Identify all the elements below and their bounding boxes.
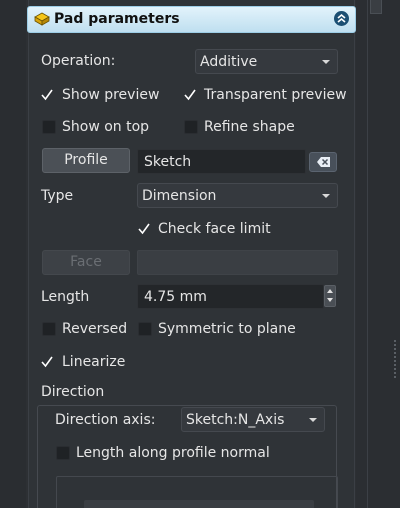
operation-value: Additive bbox=[200, 54, 258, 70]
reversed-checkbox[interactable] bbox=[42, 322, 56, 336]
refine-shape-label: Refine shape bbox=[204, 119, 295, 135]
check-face-limit-label: Check face limit bbox=[158, 221, 271, 237]
splitter-line bbox=[367, 0, 368, 508]
clear-icon[interactable] bbox=[309, 152, 337, 172]
direction-vector-field[interactable] bbox=[84, 500, 314, 508]
chevron-down-icon bbox=[322, 60, 330, 64]
show-preview-label: Show preview bbox=[62, 87, 160, 103]
operation-combo[interactable]: Additive bbox=[195, 49, 338, 74]
length-label: Length bbox=[41, 289, 90, 305]
transparent-preview-label: Transparent preview bbox=[204, 87, 347, 103]
linearize-label: Linearize bbox=[62, 354, 126, 370]
panel-title: Pad parameters bbox=[54, 11, 180, 27]
profile-button-label: Profile bbox=[64, 152, 108, 168]
symmetric-label: Symmetric to plane bbox=[158, 321, 296, 337]
right-dock-strip bbox=[356, 0, 400, 508]
splitter-grip[interactable] bbox=[394, 340, 396, 380]
direction-axis-value: Sketch:N_Axis bbox=[186, 412, 285, 428]
chevron-down-icon bbox=[309, 418, 317, 422]
chevron-down-icon bbox=[322, 194, 330, 198]
operation-label: Operation: bbox=[41, 53, 116, 69]
profile-button[interactable]: Profile bbox=[42, 148, 130, 173]
scroll-button[interactable] bbox=[370, 0, 382, 14]
show-on-top-label: Show on top bbox=[62, 119, 150, 135]
type-combo[interactable]: Dimension bbox=[137, 183, 338, 208]
face-field[interactable] bbox=[137, 250, 338, 275]
length-input[interactable]: 4.75 mm bbox=[137, 284, 324, 309]
left-dock-strip bbox=[0, 0, 26, 508]
face-button-label: Face bbox=[70, 254, 102, 270]
profile-field[interactable]: Sketch bbox=[137, 149, 306, 174]
length-along-normal-checkbox[interactable] bbox=[56, 446, 70, 460]
symmetric-checkbox[interactable] bbox=[138, 322, 152, 336]
type-label: Type bbox=[41, 188, 74, 204]
transparent-preview-checkbox[interactable] bbox=[183, 88, 197, 102]
linearize-checkbox[interactable] bbox=[40, 355, 54, 369]
pad-icon bbox=[34, 12, 50, 26]
length-spin-buttons[interactable] bbox=[324, 285, 336, 307]
profile-value: Sketch bbox=[144, 154, 192, 170]
length-value: 4.75 mm bbox=[144, 289, 207, 305]
show-preview-checkbox[interactable] bbox=[40, 88, 54, 102]
spin-down-icon[interactable] bbox=[327, 298, 333, 302]
spin-up-icon[interactable] bbox=[327, 289, 333, 293]
face-button[interactable]: Face bbox=[42, 250, 130, 275]
collapse-icon[interactable] bbox=[334, 11, 349, 26]
show-on-top-checkbox[interactable] bbox=[42, 120, 56, 134]
length-along-normal-label: Length along profile normal bbox=[76, 445, 270, 461]
check-face-limit-checkbox[interactable] bbox=[137, 222, 151, 236]
direction-group-title: Direction bbox=[41, 384, 105, 400]
refine-shape-checkbox[interactable] bbox=[184, 120, 198, 134]
direction-axis-combo[interactable]: Sketch:N_Axis bbox=[181, 407, 325, 432]
type-value: Dimension bbox=[142, 188, 217, 204]
reversed-label: Reversed bbox=[62, 321, 128, 337]
direction-axis-label: Direction axis: bbox=[55, 412, 156, 428]
